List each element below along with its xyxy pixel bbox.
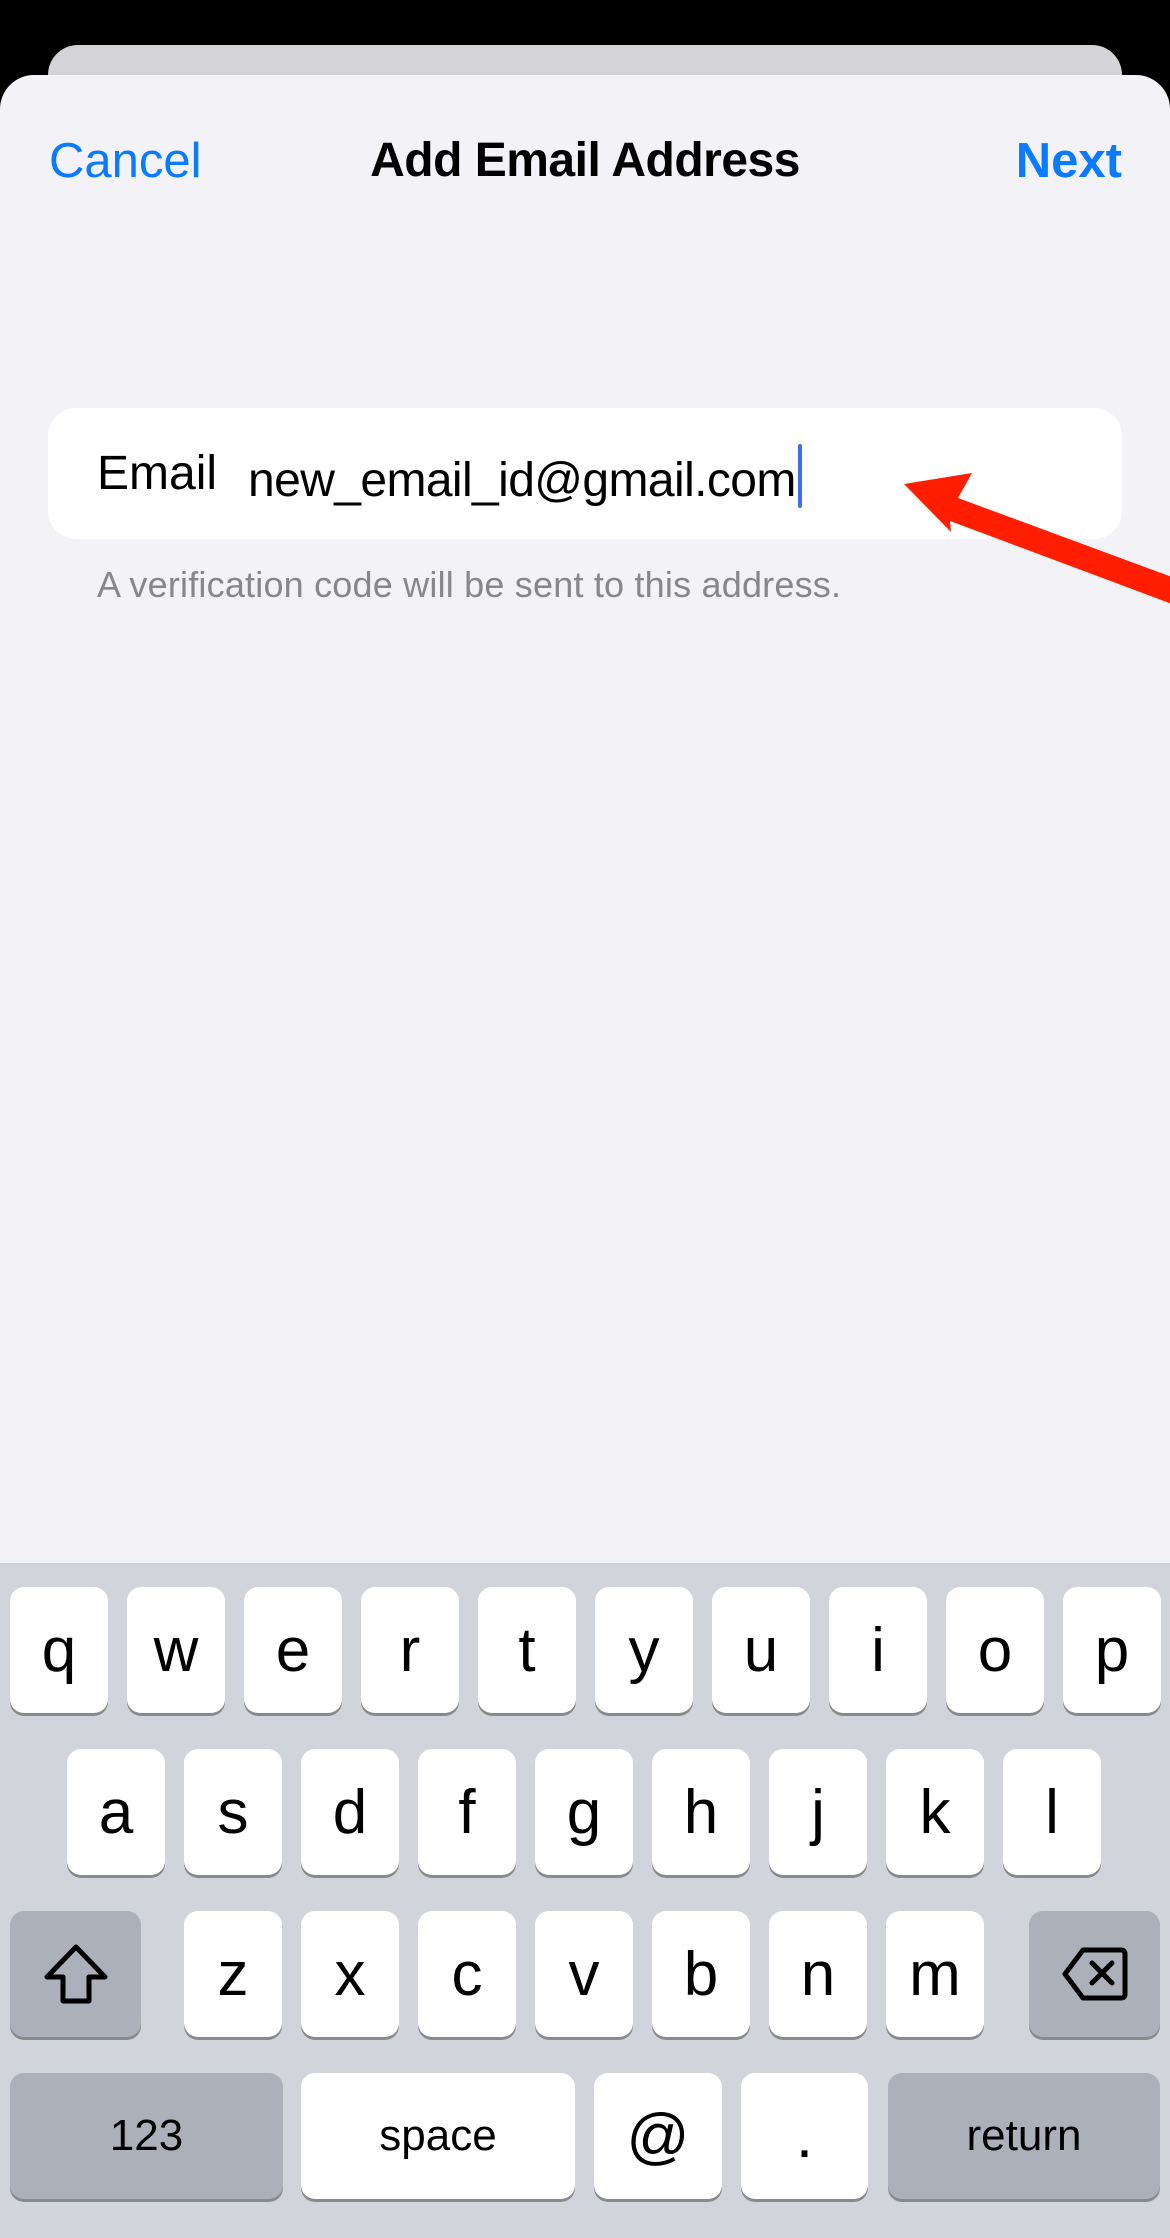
key-q[interactable]: q — [10, 1587, 108, 1713]
key-j[interactable]: j — [769, 1749, 867, 1875]
shift-key[interactable] — [10, 1911, 141, 2037]
key-f[interactable]: f — [418, 1749, 516, 1875]
text-caret — [797, 444, 802, 508]
at-key[interactable]: @ — [594, 2073, 722, 2199]
key-d[interactable]: d — [301, 1749, 399, 1875]
key-v[interactable]: v — [535, 1911, 633, 2037]
space-key[interactable]: space — [301, 2073, 575, 2199]
key-s[interactable]: s — [184, 1749, 282, 1875]
key-x[interactable]: x — [301, 1911, 399, 2037]
delete-backward-icon — [1061, 1946, 1129, 2002]
key-e[interactable]: e — [244, 1587, 342, 1713]
key-b[interactable]: b — [652, 1911, 750, 2037]
return-key[interactable]: return — [888, 2073, 1160, 2199]
key-g[interactable]: g — [535, 1749, 633, 1875]
delete-key[interactable] — [1029, 1911, 1160, 2037]
numbers-key[interactable]: 123 — [10, 2073, 283, 2199]
key-h[interactable]: h — [652, 1749, 750, 1875]
key-y[interactable]: y — [595, 1587, 693, 1713]
key-l[interactable]: l — [1003, 1749, 1101, 1875]
key-w[interactable]: w — [127, 1587, 225, 1713]
key-c[interactable]: c — [418, 1911, 516, 2037]
key-m[interactable]: m — [886, 1911, 984, 2037]
keyboard: q w e r t y u i o p a s d f g h j k l z … — [0, 1563, 1170, 2238]
email-field[interactable]: Email new_email_id@gmail.com — [48, 408, 1122, 539]
email-input[interactable]: new_email_id@gmail.com — [248, 444, 1048, 511]
shift-icon — [43, 1943, 109, 2005]
key-o[interactable]: o — [946, 1587, 1044, 1713]
key-n[interactable]: n — [769, 1911, 867, 2037]
key-z[interactable]: z — [184, 1911, 282, 2037]
key-u[interactable]: u — [712, 1587, 810, 1713]
key-t[interactable]: t — [478, 1587, 576, 1713]
page-title: Add Email Address — [370, 134, 800, 187]
key-i[interactable]: i — [829, 1587, 927, 1713]
verification-caption: A verification code will be sent to this… — [97, 564, 842, 605]
key-r[interactable]: r — [361, 1587, 459, 1713]
key-k[interactable]: k — [886, 1749, 984, 1875]
period-key[interactable]: . — [741, 2073, 868, 2199]
key-p[interactable]: p — [1063, 1587, 1161, 1713]
key-a[interactable]: a — [67, 1749, 165, 1875]
next-button[interactable]: Next — [1016, 131, 1122, 191]
email-label: Email — [97, 447, 218, 500]
email-input-value: new_email_id@gmail.com — [248, 454, 796, 507]
